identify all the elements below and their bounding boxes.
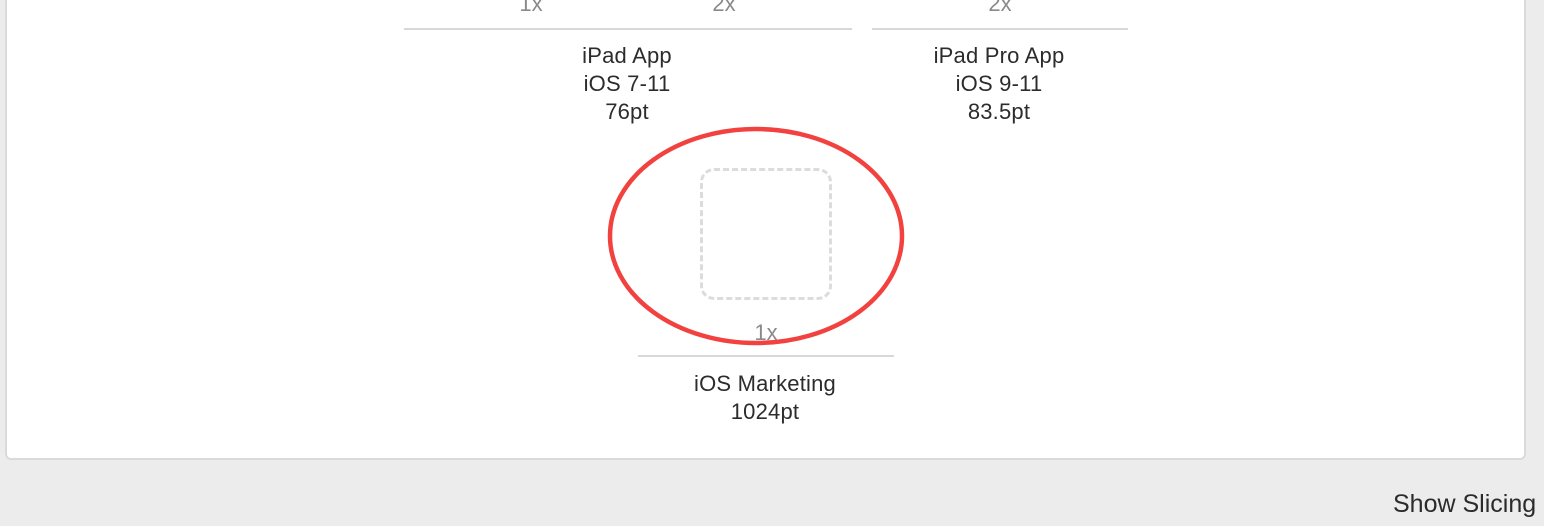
ipad-app-1x-scale-label: 1x (519, 0, 543, 16)
ipad-app-group-divider (404, 28, 852, 30)
ipad-pro-app-2x-scale-label: 2x (988, 0, 1012, 16)
ipad-app-size: 76pt (605, 99, 649, 124)
ipad-pro-app-group-label: iPad Pro App iOS 9-11 83.5pt (899, 42, 1099, 126)
ios-marketing-1x-scale-label: 1x (754, 320, 778, 345)
app-icon-asset-editor: 1x 2x 2x iPad App iOS 7-11 76pt iPad Pro… (0, 0, 1544, 526)
ipad-app-group-label: iPad App iOS 7-11 76pt (527, 42, 727, 126)
ipad-app-ios-range: iOS 7-11 (583, 71, 671, 96)
ipad-pro-app-ios-range: iOS 9-11 (955, 71, 1043, 96)
show-slicing-button[interactable]: Show Slicing (1393, 490, 1536, 519)
ipad-pro-app-size: 83.5pt (967, 99, 1031, 124)
ios-marketing-1x-icon-slot[interactable] (700, 168, 832, 300)
ipad-pro-app-title: iPad Pro App (933, 43, 1065, 68)
ios-marketing-group-divider (638, 355, 894, 357)
ipad-app-2x-scale-label: 2x (712, 0, 736, 16)
ipad-pro-app-group-divider (872, 28, 1128, 30)
bottom-toolbar (0, 476, 1544, 526)
ipad-app-title: iPad App (582, 43, 672, 68)
ios-marketing-size: 1024pt (730, 399, 800, 424)
ios-marketing-title: iOS Marketing (694, 371, 836, 396)
ios-marketing-group-label: iOS Marketing 1024pt (665, 370, 865, 426)
